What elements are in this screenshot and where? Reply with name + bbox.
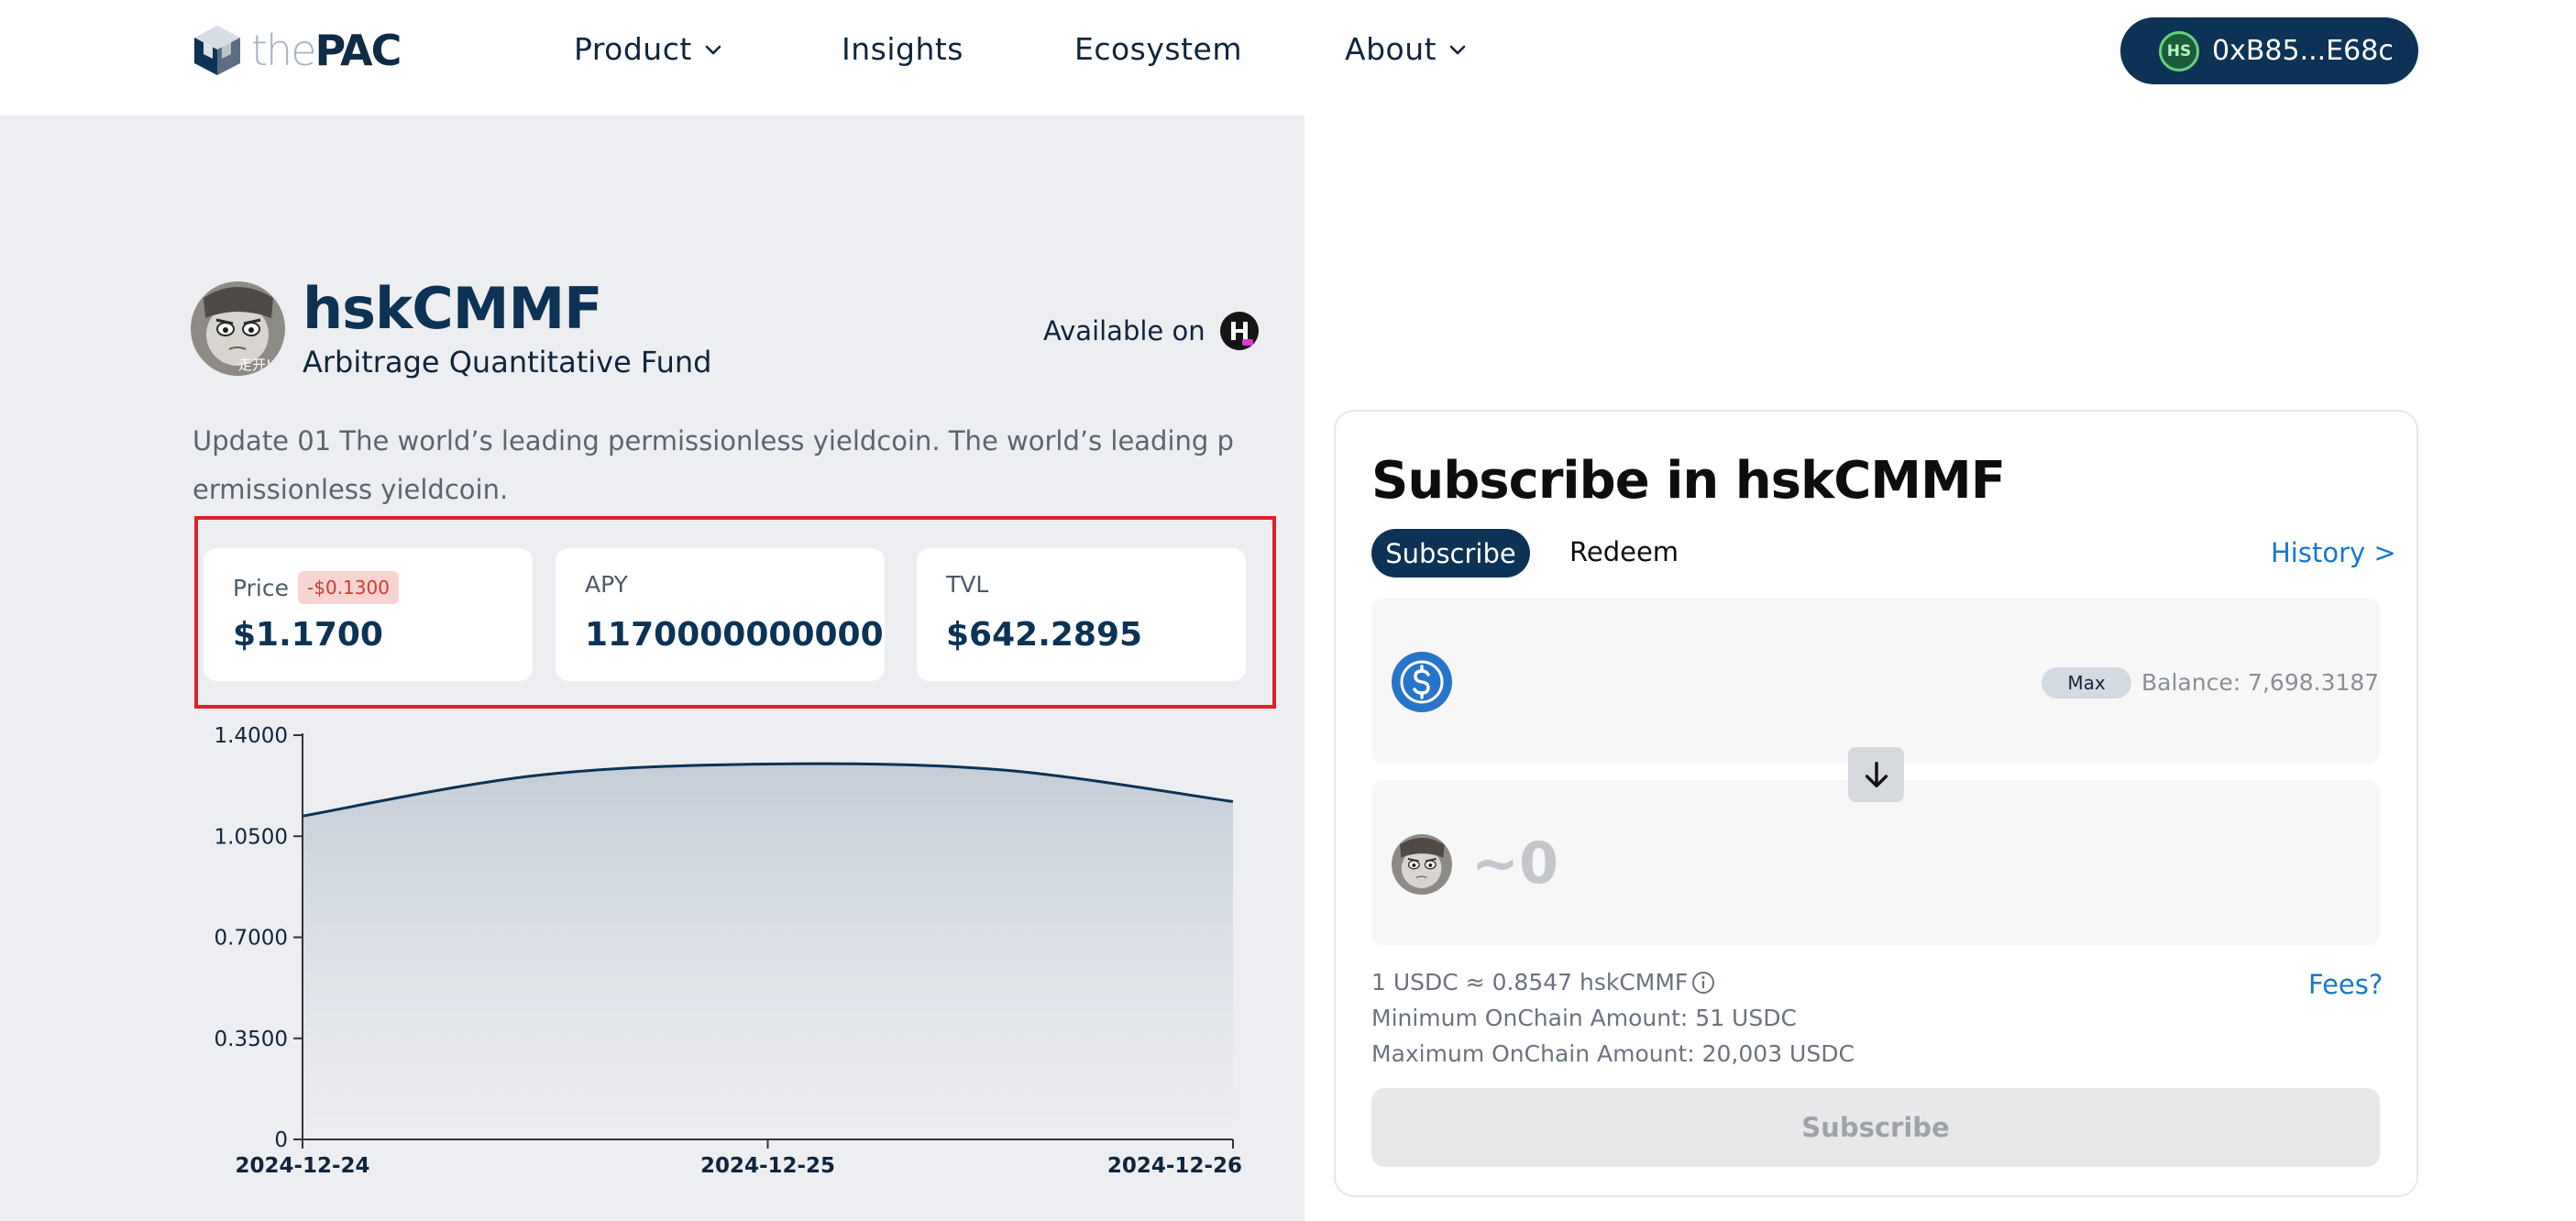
balance-text: Balance: 7,698.3187 xyxy=(2141,669,2380,696)
nav-product-label: Product xyxy=(574,31,692,67)
cube-logo-icon xyxy=(194,26,240,75)
y-tick-label: 0 xyxy=(274,1128,288,1152)
subscribe-button[interactable]: Subscribe xyxy=(1371,1088,2380,1167)
stat-label: Price xyxy=(233,574,289,601)
available-on: Available on xyxy=(1043,312,1259,350)
logo[interactable]: thePAC xyxy=(189,22,402,79)
fund-subtitle: Arbitrage Quantitative Fund xyxy=(303,345,712,380)
history-link[interactable]: History > xyxy=(2271,537,2396,568)
nav-insights[interactable]: Insights xyxy=(842,31,963,67)
stat-label: APY xyxy=(585,571,628,598)
max-button[interactable]: Max xyxy=(2042,667,2131,698)
hashkey-exchange-icon[interactable] xyxy=(1219,312,1259,350)
price-chart: 0 0.3500 0.7000 1.0500 1.4000 2024-12-24 2024-… xyxy=(215,724,1242,1178)
x-tick-label: 2024-12-26 xyxy=(1107,1154,1242,1178)
subscribe-title: Subscribe in hskCMMF xyxy=(1371,451,2006,511)
top-navbar: thePAC Product Insights Ecosystem About … xyxy=(0,0,2576,116)
min-amount: Minimum OnChain Amount: 51 USDC xyxy=(1371,1005,1797,1031)
arrow-down-icon xyxy=(1865,761,1888,788)
chevron-down-icon xyxy=(705,45,721,54)
price-change-badge: -$0.1300 xyxy=(298,571,399,604)
nav-ecosystem-label: Ecosystem xyxy=(1074,31,1242,67)
y-tick-label: 0.3500 xyxy=(215,1028,288,1051)
tab-subscribe[interactable]: Subscribe xyxy=(1371,529,1530,578)
price-value: $1.1700 xyxy=(233,616,383,654)
nav-about-label: About xyxy=(1345,31,1437,67)
fund-name: hskCMMF xyxy=(303,275,603,342)
exchange-rate-text: 1 USDC ≈ 0.8547 hskCMMF xyxy=(1371,969,1689,996)
y-tick-label: 1.4000 xyxy=(215,724,288,748)
chevron-down-icon xyxy=(1449,45,1466,54)
stat-card-price: Price -$0.1300 $1.1700 xyxy=(204,548,533,681)
swap-direction-button[interactable] xyxy=(1848,747,1904,802)
wallet-address: 0xB85...E68c xyxy=(2212,35,2394,67)
nav-product[interactable]: Product xyxy=(574,31,723,67)
fees-link[interactable]: Fees? xyxy=(2308,969,2383,1000)
x-tick-label: 2024-12-25 xyxy=(700,1154,835,1178)
hskcmmf-token-icon xyxy=(1392,834,1452,895)
output-amount: ~0 xyxy=(1471,830,1559,896)
hashkey-chain-icon: HS xyxy=(2159,30,2199,72)
nav-ecosystem[interactable]: Ecosystem xyxy=(1074,31,1242,67)
x-tick-label: 2024-12-24 xyxy=(235,1154,369,1178)
fund-avatar: 走开! xyxy=(191,281,285,376)
y-tick-label: 0.7000 xyxy=(215,927,288,951)
apy-value: 117000000000000000 xyxy=(585,616,885,654)
max-amount: Maximum OnChain Amount: 20,003 USDC xyxy=(1371,1040,1855,1067)
nav-insights-label: Insights xyxy=(842,31,964,67)
exchange-rate: 1 USDC ≈ 0.8547 hskCMMF xyxy=(1371,969,1715,996)
logo-text: thePAC xyxy=(251,26,402,75)
nav-about[interactable]: About xyxy=(1345,31,1468,67)
chart-area-fill xyxy=(303,764,1233,1139)
stat-card-tvl: TVL $642.2895 xyxy=(917,548,1246,681)
info-icon[interactable] xyxy=(1691,971,1715,995)
wallet-button[interactable]: HS 0xB85...E68c xyxy=(2120,17,2418,84)
tvl-value: $642.2895 xyxy=(946,616,1143,654)
stat-card-apy: APY 117000000000000000 xyxy=(556,548,885,681)
usdc-icon[interactable] xyxy=(1392,652,1452,712)
stat-label: TVL xyxy=(946,571,989,598)
tab-redeem[interactable]: Redeem xyxy=(1569,536,1679,567)
fund-description: Update 01 The world’s leading permission… xyxy=(193,425,1234,505)
y-tick-label: 1.0500 xyxy=(215,825,288,849)
available-on-label: Available on xyxy=(1043,315,1205,346)
